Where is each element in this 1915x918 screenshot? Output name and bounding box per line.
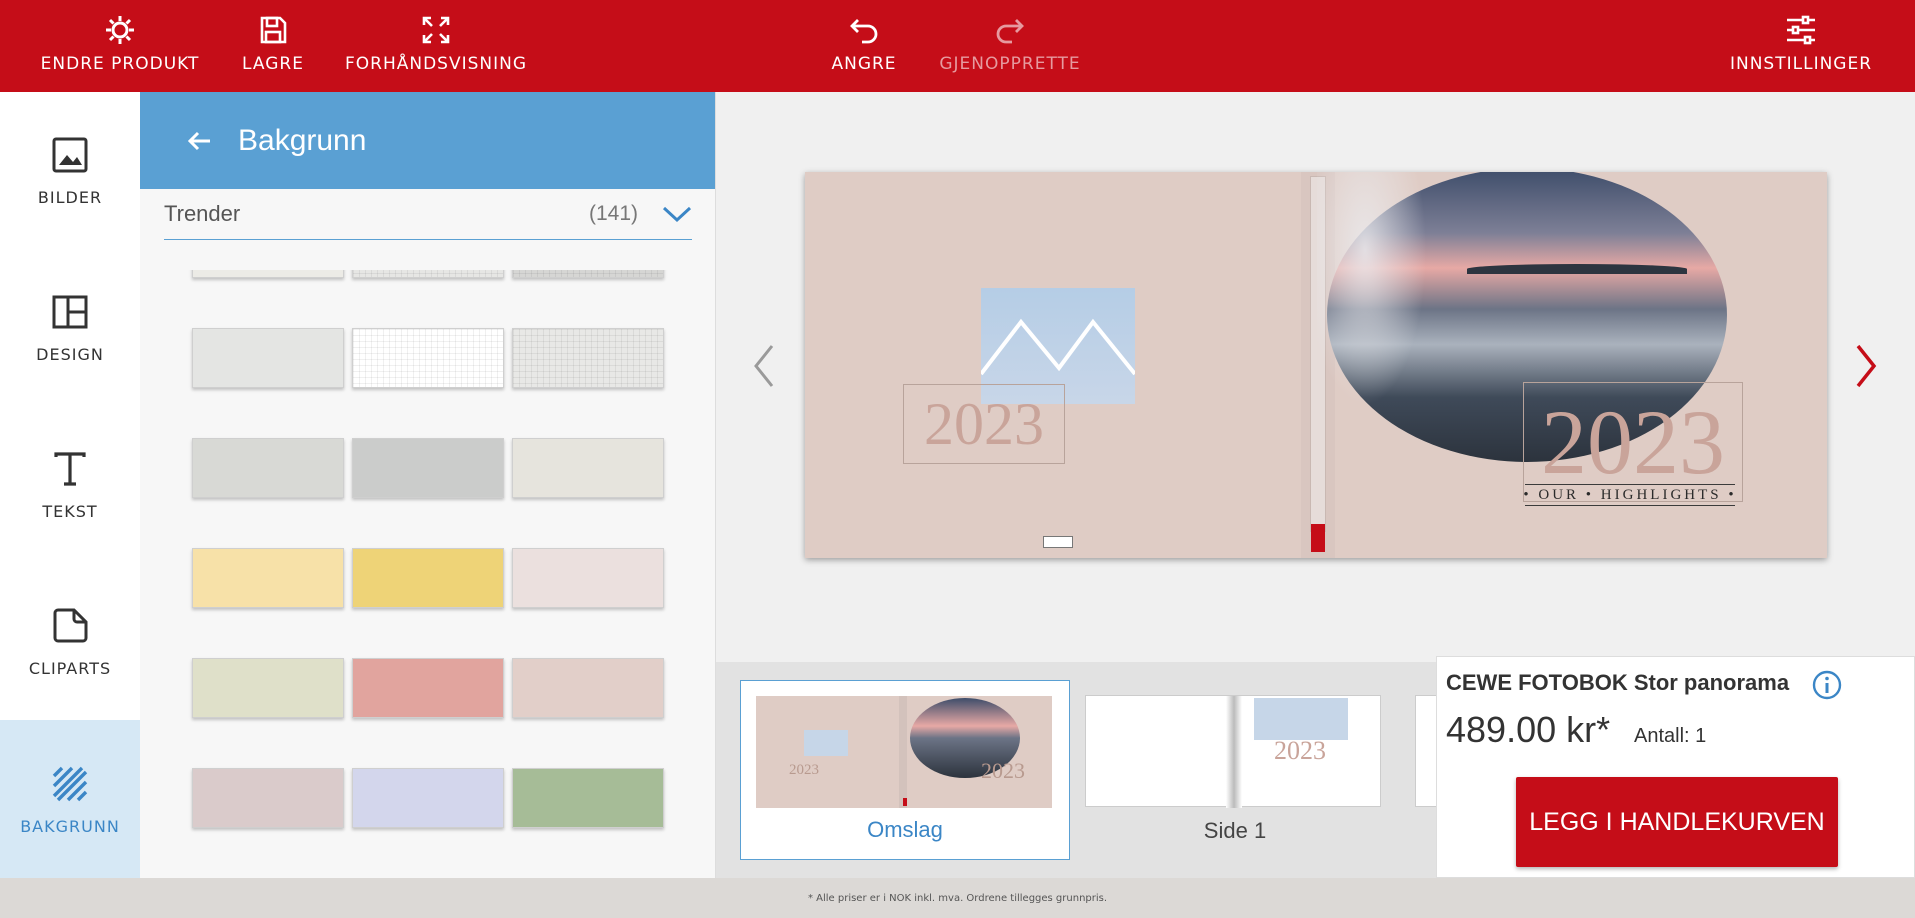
product-quantity: Antall: 1: [1634, 725, 1707, 747]
background-swatch[interactable]: [512, 768, 664, 828]
settings-label: INNSTILLINGER: [1729, 54, 1873, 74]
preview-label: FORHÅNDSVISNING: [344, 54, 528, 74]
rail-item-images[interactable]: BILDER: [0, 92, 140, 248]
barcode: [1043, 536, 1073, 548]
change-product-label: ENDRE PRODUKT: [40, 54, 200, 74]
hatch-pattern-icon: [52, 766, 88, 801]
background-swatch[interactable]: [192, 548, 344, 608]
back-arrow-icon[interactable]: [180, 121, 220, 161]
footer: * Alle priser er i NOK inkl. mva. Ordren…: [0, 878, 1915, 918]
rail-images-label: BILDER: [37, 187, 103, 207]
photobook-cover-spread[interactable]: 2023 2023 • OUR • HIGHLIGHTS •: [805, 172, 1827, 558]
background-swatch[interactable]: [352, 768, 504, 828]
swatch-grid: [140, 270, 715, 878]
spine-logo: [1311, 524, 1325, 552]
background-swatch[interactable]: [192, 438, 344, 498]
rail-text-label: TEKST: [42, 501, 98, 521]
background-swatch[interactable]: [512, 658, 664, 718]
price-box: CEWE FOTOBOK Stor panorama 489.00 kr* An…: [1436, 656, 1915, 878]
top-toolbar: ENDRE PRODUKT LAGRE FORHÅNDSVISNING ANGR…: [0, 0, 1915, 92]
background-swatch[interactable]: [352, 658, 504, 718]
next-page-arrow-icon[interactable]: [1846, 336, 1886, 396]
rail-item-text[interactable]: TEKST: [0, 406, 140, 562]
sliders-icon: [1787, 15, 1815, 45]
category-dropdown[interactable]: Trender (141): [164, 189, 692, 240]
expand-icon: [422, 16, 450, 44]
undo-label: ANGRE: [831, 54, 897, 74]
background-swatch[interactable]: [512, 270, 664, 278]
background-swatch[interactable]: [192, 658, 344, 718]
info-icon[interactable]: [1811, 669, 1843, 701]
floppy-disk-icon: [260, 16, 287, 44]
thumbnail-year: 2023: [789, 762, 819, 778]
undo-button[interactable]: ANGRE: [831, 0, 897, 92]
cover-year-left[interactable]: 2023: [903, 384, 1065, 464]
undo-icon: [850, 19, 878, 44]
preview-button[interactable]: FORHÅNDSVISNING: [345, 0, 526, 92]
background-swatch[interactable]: [512, 438, 664, 498]
background-swatch[interactable]: [352, 328, 504, 388]
cover-highlights-text[interactable]: • OUR • HIGHLIGHTS •: [1523, 484, 1735, 506]
save-label: LAGRE: [242, 54, 304, 74]
sticker-icon: [53, 608, 88, 642]
image-icon: [52, 137, 88, 172]
product-title: CEWE FOTOBOK Stor panorama: [1446, 670, 1790, 695]
thumbnail-page-1-label: Side 1: [1203, 818, 1267, 843]
background-swatch[interactable]: [512, 328, 664, 388]
rail-cliparts-label: CLIPARTS: [28, 658, 112, 678]
background-swatch[interactable]: [352, 438, 504, 498]
butterfly-clipart[interactable]: [1317, 172, 1437, 432]
add-to-cart-button[interactable]: LEGG I HANDLEKURVEN: [1516, 777, 1838, 867]
change-product-button[interactable]: ENDRE PRODUKT: [41, 0, 198, 92]
layout-icon: [52, 295, 88, 328]
background-panel: Bakgrunn Trender (141): [140, 92, 716, 878]
background-swatch[interactable]: [192, 768, 344, 828]
category-name: Trender: [164, 201, 241, 226]
redo-label: GJENOPPRETTE: [939, 54, 1081, 74]
background-swatch[interactable]: [192, 328, 344, 388]
category-count: (141): [588, 202, 638, 225]
side-navigation: BILDER DESIGN TEKST CLIPARTS BAKGRUNN: [0, 92, 140, 878]
thumbnail-cover-label: Omslag: [867, 817, 943, 842]
chevron-down-icon: [662, 206, 692, 223]
panel-header: Bakgrunn: [140, 92, 715, 189]
redo-button[interactable]: GJENOPPRETTE: [939, 0, 1081, 92]
price-disclaimer: * Alle priser er i NOK inkl. mva. Ordren…: [807, 892, 1108, 904]
redo-icon: [996, 19, 1024, 44]
product-price: 489.00 kr*: [1446, 709, 1611, 750]
thumbnail-page-1[interactable]: 2023 Side 1: [1070, 680, 1400, 860]
rail-item-background[interactable]: BAKGRUNN: [0, 720, 140, 878]
rail-item-design[interactable]: DESIGN: [0, 249, 140, 405]
save-button[interactable]: LAGRE: [242, 0, 304, 92]
rail-design-label: DESIGN: [36, 344, 104, 364]
rail-background-label: BAKGRUNN: [20, 816, 120, 836]
panel-title: Bakgrunn: [238, 123, 367, 157]
background-swatch[interactable]: [352, 548, 504, 608]
gear-icon: [106, 16, 134, 44]
background-swatch[interactable]: [352, 270, 504, 278]
thumbnail-page-2[interactable]: [1400, 680, 1440, 860]
background-swatch[interactable]: [192, 270, 344, 278]
background-swatch[interactable]: [512, 548, 664, 608]
editor-stage: 2023 2023 • OUR • HIGHLIGHTS •: [716, 92, 1915, 662]
previous-page-arrow-icon[interactable]: [744, 336, 784, 396]
settings-button[interactable]: INNSTILLINGER: [1729, 0, 1873, 92]
rail-item-cliparts[interactable]: CLIPARTS: [0, 563, 140, 719]
thumbnail-cover[interactable]: 2023 2023 Omslag: [740, 680, 1070, 860]
text-icon: [54, 451, 86, 486]
